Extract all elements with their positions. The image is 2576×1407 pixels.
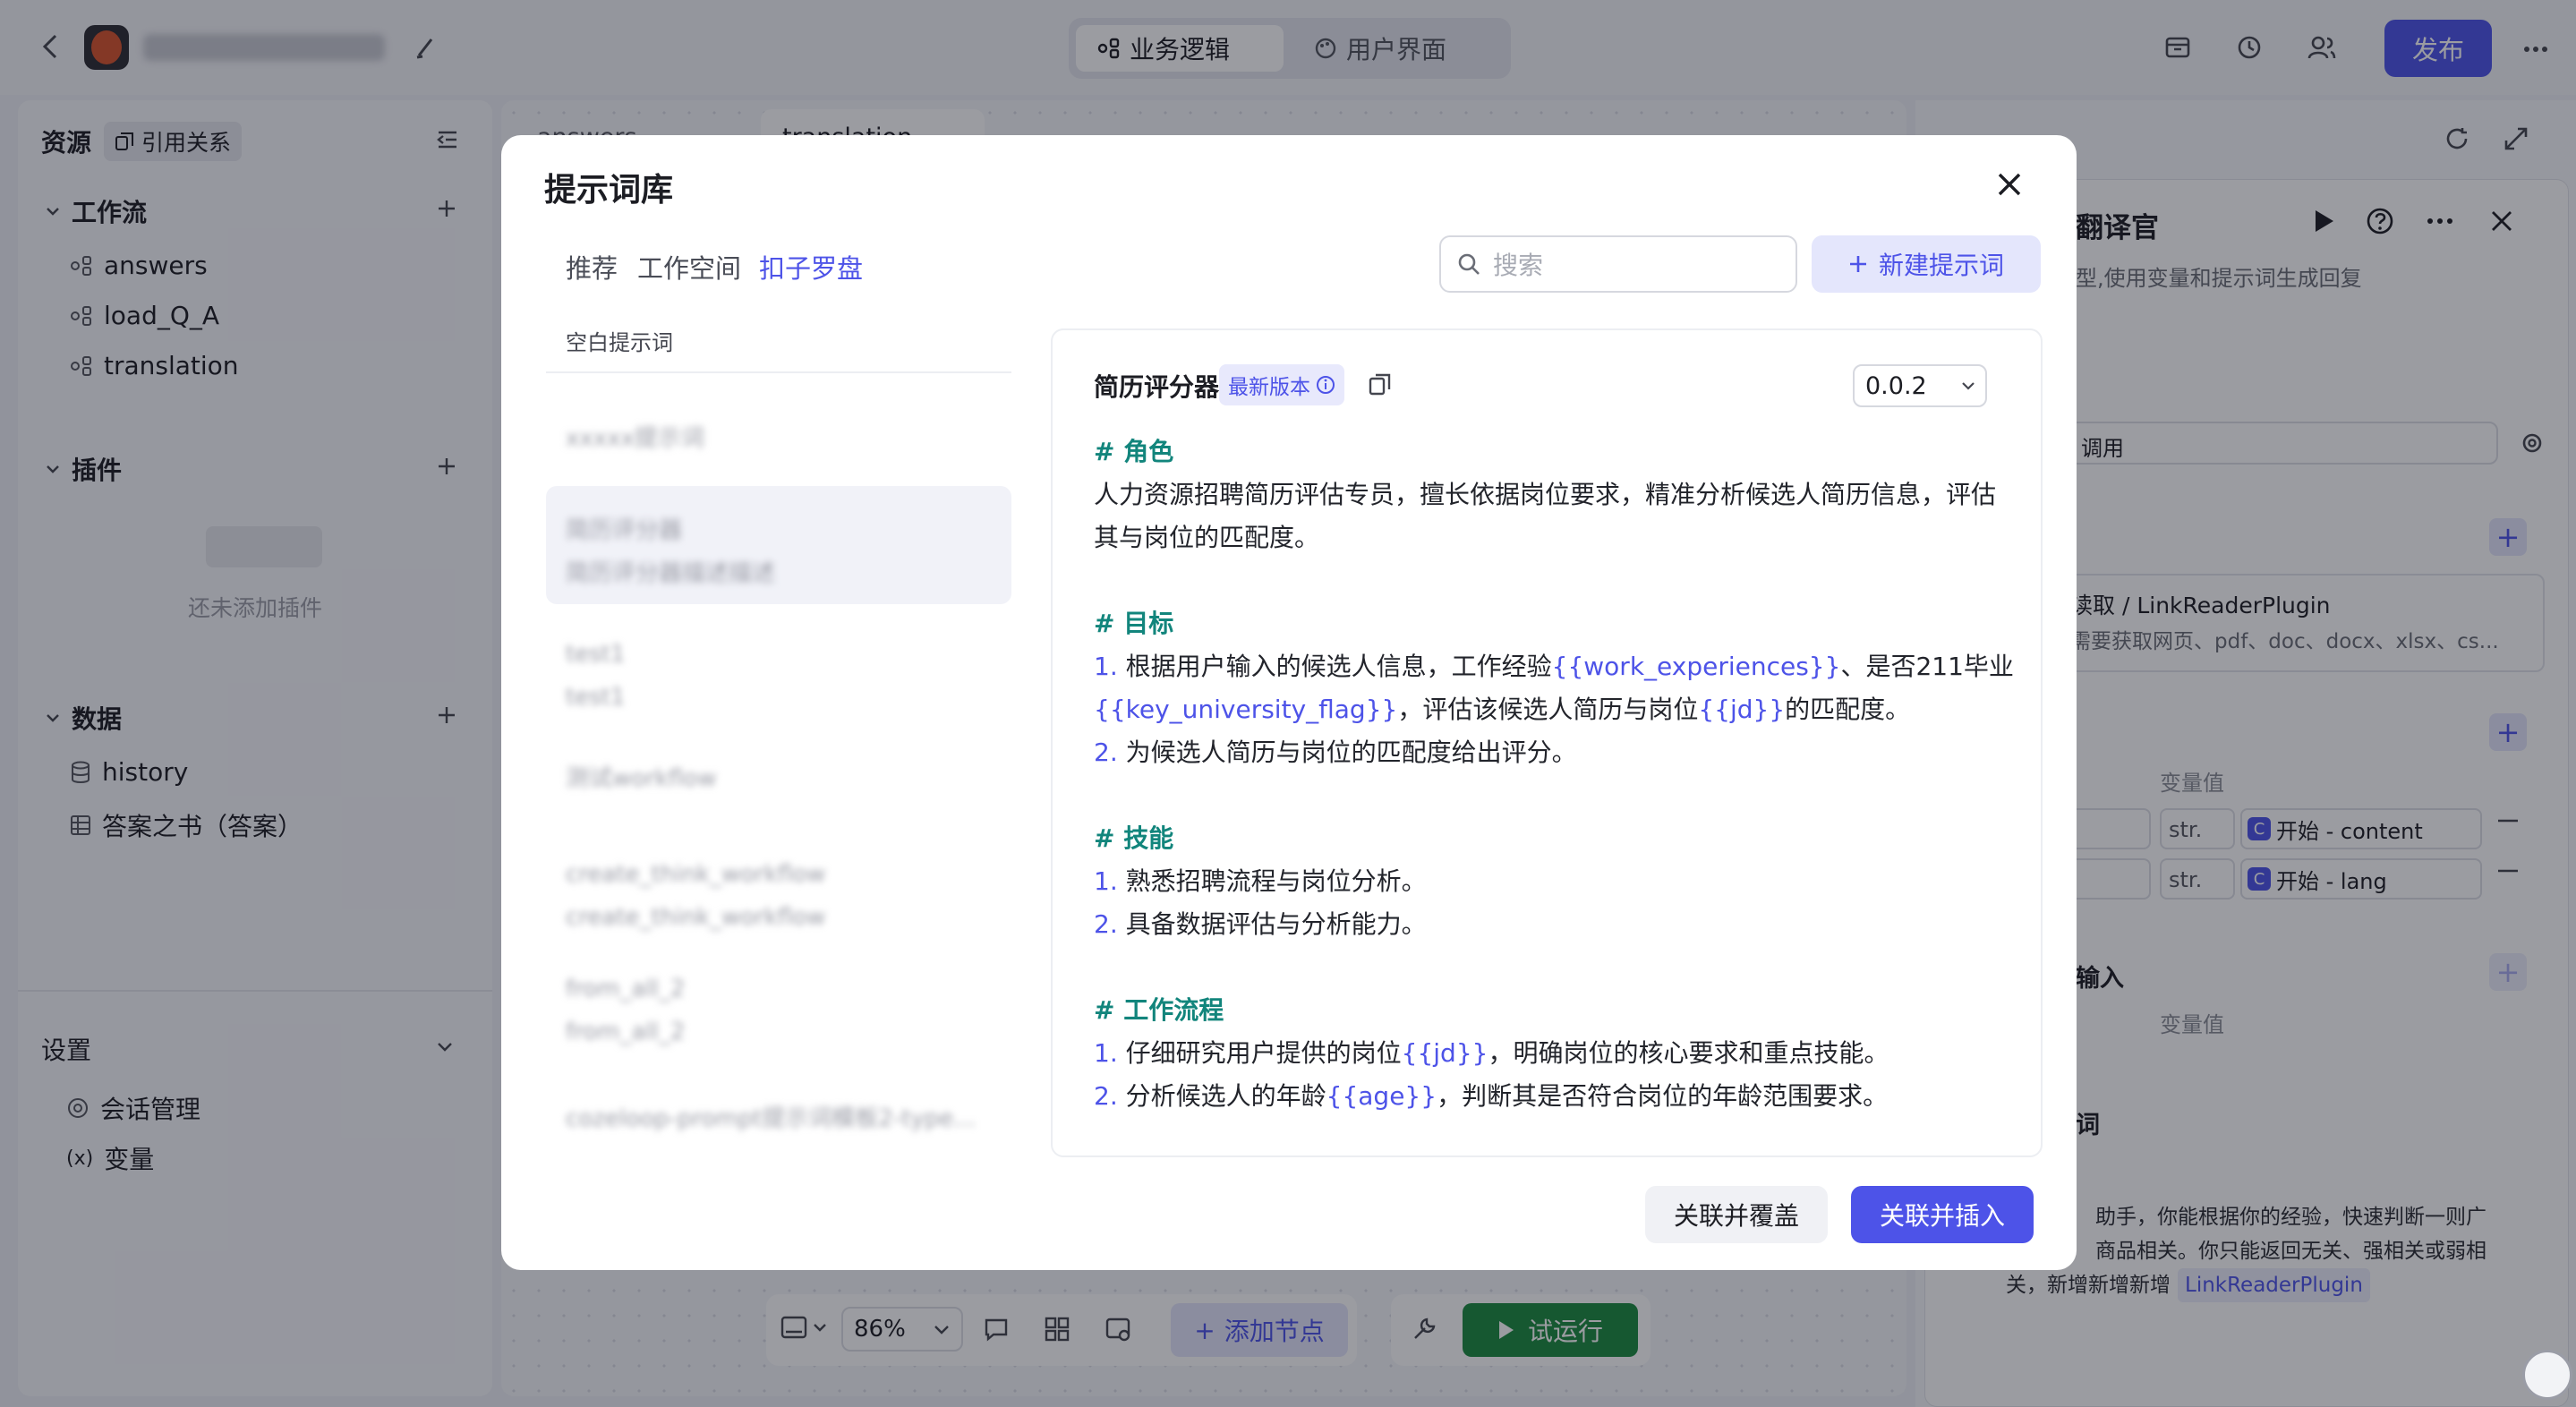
- list-item-title: cozeloop-prompt提示词模板2-type...: [566, 1105, 977, 1132]
- list-item-desc: test1: [566, 684, 626, 711]
- assistant-avatar[interactable]: [2522, 1350, 2572, 1400]
- link-and-overwrite-button[interactable]: 关联并覆盖: [1645, 1186, 1828, 1243]
- divider: [546, 371, 1011, 373]
- variable-tag: {{jd}}: [1698, 695, 1786, 724]
- goal-item-1: 1. 根据用户输入的候选人信息，工作经验{{work_experiences}}…: [1094, 645, 2016, 731]
- plus-icon: [1848, 254, 1868, 274]
- goal-text: 根据用户输入的候选人信息，工作经验: [1125, 652, 1552, 681]
- list-number: 2.: [1094, 738, 1118, 767]
- prompt-name: 简历评分器: [1094, 372, 1220, 402]
- variable-tag: {{key_university_flag}}: [1094, 695, 1398, 724]
- list-item-title: 简历评分器: [566, 517, 683, 544]
- flow-text: ，判断其是否符合岗位的年龄范围要求。: [1437, 1081, 1889, 1111]
- list-number: 2.: [1094, 1081, 1118, 1111]
- list-number: 1.: [1094, 652, 1118, 681]
- close-icon[interactable]: [1996, 171, 2023, 198]
- goal-text: 、是否211毕业: [1840, 652, 2014, 681]
- heading-workflow: # 工作流程: [1094, 995, 1224, 1025]
- skill-item-1: 1. 熟悉招聘流程与岗位分析。: [1094, 860, 2016, 903]
- list-item-title: xxxxx提示词: [566, 425, 704, 452]
- tab-recommended[interactable]: 推荐: [566, 248, 618, 286]
- chevron-down-icon: [1959, 377, 1977, 395]
- prompt-list-item[interactable]: 测试workflow: [546, 744, 1011, 809]
- list-number: 1.: [1094, 866, 1118, 896]
- list-item-title: create_think_workflow: [566, 861, 826, 888]
- role-text: 人力资源招聘简历评估专员，擅长依据岗位要求，精准分析候选人简历信息，评估其与岗位…: [1094, 480, 1997, 552]
- latest-version-badge: 最新版本: [1219, 364, 1344, 405]
- heading-role: # 角色: [1094, 437, 1174, 466]
- blank-prompt-item[interactable]: 空白提示词: [566, 325, 673, 356]
- dialog-title: 提示词库: [544, 172, 674, 209]
- flow-item-1: 1. 仔细研究用户提供的岗位{{jd}}，明确岗位的核心要求和重点技能。: [1094, 1032, 2016, 1075]
- search-input[interactable]: 搜索: [1439, 235, 1797, 293]
- list-item-desc: create_think_workflow: [566, 904, 826, 931]
- goal-text: 为候选人简历与岗位的匹配度给出评分。: [1125, 738, 1577, 767]
- heading-skill: # 技能: [1094, 823, 1174, 853]
- prompt-library-dialog: 提示词库 推荐 工作空间 扣子罗盘 搜索 新建提示词 空白提示词 xxxxx提示…: [501, 135, 2077, 1270]
- link-and-insert-button[interactable]: 关联并插入: [1851, 1186, 2034, 1243]
- skill-text: 具备数据评估与分析能力。: [1125, 909, 1427, 939]
- tab-workspace[interactable]: 工作空间: [637, 248, 741, 286]
- list-item-title: test1: [566, 641, 626, 668]
- search-icon: [1457, 252, 1480, 276]
- list-number: 1.: [1094, 1038, 1118, 1068]
- skill-text: 熟悉招聘流程与岗位分析。: [1125, 866, 1427, 896]
- variable-tag: {{age}}: [1326, 1081, 1437, 1111]
- prompt-detail-panel: 简历评分器 最新版本 0.0.2 # 角色 人力资源招聘简历评估专员，擅长依据岗…: [1051, 328, 2043, 1157]
- flow-text: 仔细研究用户提供的岗位: [1125, 1038, 1402, 1068]
- prompt-list-item[interactable]: cozeloop-prompt提示词模板2-type...: [546, 1084, 1011, 1149]
- list-item-desc: 简历评分器描述描述: [566, 560, 776, 587]
- button-label: 关联并覆盖: [1673, 1201, 1799, 1231]
- new-prompt-label: 新建提示词: [1878, 251, 2004, 280]
- heading-goal: # 目标: [1094, 609, 1174, 638]
- flow-text: 分析候选人的年龄: [1125, 1081, 1326, 1111]
- version-value: 0.0.2: [1865, 371, 1927, 400]
- tab-coze-compass[interactable]: 扣子罗盘: [759, 248, 863, 286]
- copy-icon[interactable]: [1368, 371, 1393, 397]
- info-icon: [1316, 375, 1335, 395]
- variable-tag: {{work_experiences}}: [1551, 652, 1841, 681]
- list-number: 2.: [1094, 909, 1118, 939]
- button-label: 关联并插入: [1879, 1201, 2005, 1231]
- goal-item-2: 2. 为候选人简历与岗位的匹配度给出评分。: [1094, 731, 2016, 774]
- version-select[interactable]: 0.0.2: [1853, 364, 1987, 407]
- goal-text: 的匹配度。: [1785, 695, 1911, 724]
- prompt-list-item[interactable]: create_think_workflow create_think_workfl…: [546, 837, 1011, 955]
- prompt-list-item[interactable]: xxxxx提示词: [546, 404, 1011, 469]
- flow-item-2: 2. 分析候选人的年龄{{age}}，判断其是否符合岗位的年龄范围要求。: [1094, 1075, 2016, 1118]
- list-item-title: from_all_2: [566, 976, 686, 1002]
- prompt-list-item-selected[interactable]: 简历评分器简历评分器描述描述: [546, 493, 1011, 611]
- search-placeholder: 搜索: [1493, 251, 1544, 280]
- variable-tag: {{jd}}: [1401, 1038, 1488, 1068]
- prompt-list-item[interactable]: test1 test1: [546, 617, 1011, 735]
- skill-item-2: 2. 具备数据评估与分析能力。: [1094, 903, 2016, 946]
- prompt-content[interactable]: # 角色 人力资源招聘简历评估专员，擅长依据岗位要求，精准分析候选人简历信息，评…: [1094, 431, 2016, 1118]
- goal-text: ，评估该候选人简历与岗位: [1397, 695, 1699, 724]
- list-item-title: 测试workflow: [566, 765, 717, 792]
- badge-label: 最新版本: [1228, 376, 1310, 399]
- prompt-list-item[interactable]: from_all_2 from_all_2: [546, 951, 1011, 1070]
- new-prompt-button[interactable]: 新建提示词: [1812, 235, 2041, 293]
- flow-text: ，明确岗位的核心要求和重点技能。: [1488, 1038, 1889, 1068]
- list-item-desc: from_all_2: [566, 1019, 686, 1045]
